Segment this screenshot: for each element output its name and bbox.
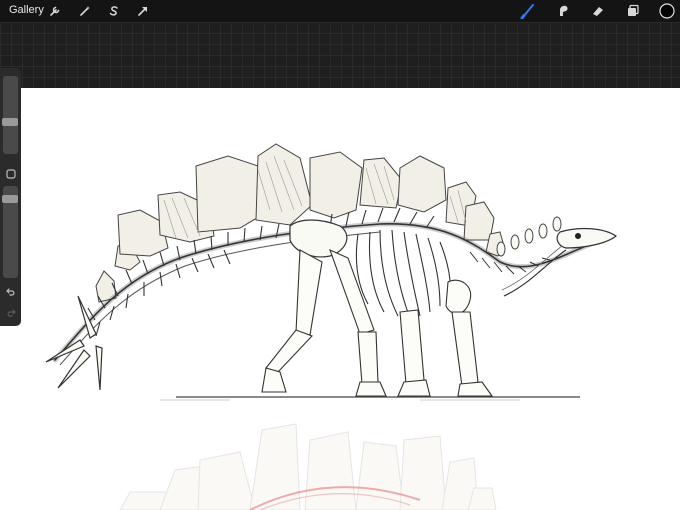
magic-wand-icon [80,6,90,16]
transform-button[interactable] [134,2,152,20]
brush-icon [520,4,534,19]
wrench-icon [50,6,60,16]
square-icon [5,169,16,179]
eraser-button[interactable] [589,2,607,20]
brush-size-slider[interactable] [2,76,18,154]
gallery-button[interactable]: Gallery [9,4,44,16]
redo-button[interactable] [0,308,21,318]
eraser-icon [593,7,603,16]
redo-icon [7,309,16,317]
selection-s-icon [109,6,118,16]
stegosaurus-skeleton-drawing [45,143,618,510]
adjustments-button[interactable] [76,2,94,20]
transform-arrow-icon [138,7,147,16]
opacity-thumb[interactable] [2,195,18,203]
actions-button[interactable] [46,2,64,20]
selection-button[interactable] [105,2,123,20]
drawing-canvas[interactable] [0,88,680,510]
smudge-button[interactable] [554,2,572,20]
undo-button[interactable] [0,287,21,297]
modify-button[interactable] [0,169,21,179]
top-toolbar: Gallery [0,0,680,22]
left-sidebar [0,68,21,326]
undo-icon [5,288,14,296]
color-button[interactable] [658,2,676,20]
workspace-background [0,22,680,88]
brush-size-thumb[interactable] [2,118,18,126]
layers-button[interactable] [624,2,642,20]
smudge-icon [560,5,568,17]
color-swatch [659,3,675,19]
brush-button[interactable] [519,2,537,20]
layers-icon [628,4,639,16]
opacity-slider[interactable] [2,186,18,278]
